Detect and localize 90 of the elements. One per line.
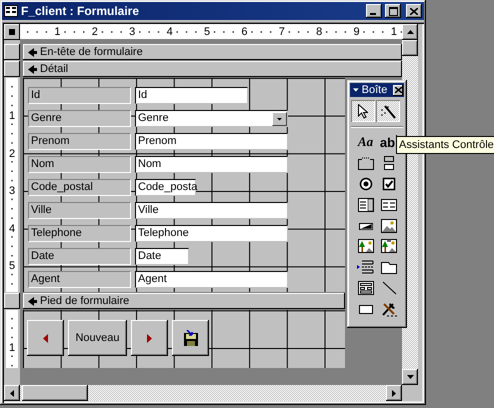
text-field[interactable]: Id [135, 87, 248, 104]
ruler-number: 4 [166, 26, 173, 38]
tooltip: Assistants Contrôle [396, 136, 494, 154]
previous-button[interactable] [27, 320, 64, 356]
close-button[interactable] [406, 4, 422, 18]
toolbox-title: Boîte [362, 84, 388, 96]
dropdown-button-icon [272, 112, 287, 126]
ruler-number: 9 [354, 26, 360, 38]
form-icon [4, 5, 18, 17]
ruler-number: 7 [278, 26, 285, 38]
image-icon [380, 218, 398, 234]
select-tool-button[interactable] [351, 100, 375, 122]
section-title: Pied de formulaire [40, 295, 130, 307]
field-label: Id [28, 87, 131, 104]
ruler-number: 2 [92, 26, 98, 38]
wizard-tool-button[interactable] [376, 100, 400, 122]
text-field[interactable]: Telephone [135, 225, 288, 242]
scroll-up-button[interactable] [402, 24, 418, 40]
section-selector[interactable] [4, 293, 20, 309]
section-selector[interactable] [4, 44, 20, 60]
save-button[interactable] [172, 320, 209, 356]
maximize-button[interactable] [385, 4, 401, 18]
ruler-number: 1 [8, 110, 16, 122]
scroll-right-button[interactable] [386, 385, 402, 401]
magic-wand-icon [380, 104, 396, 118]
minimize-button[interactable] [366, 4, 382, 18]
window-title: F_client : Formulaire [21, 4, 140, 18]
menu-caret-icon[interactable] [353, 88, 359, 92]
field-label: Code_postal [28, 179, 131, 196]
close-icon [394, 87, 402, 93]
pointer-icon [358, 104, 368, 118]
ruler-number: 3 [129, 26, 136, 38]
left-arrow-icon [10, 390, 14, 396]
text-field[interactable]: Nom [135, 156, 288, 173]
tree-image-icon [356, 238, 374, 254]
text-field[interactable]: Code_posta [135, 179, 196, 196]
ruler-number: 6 [241, 26, 248, 38]
close-icon [410, 8, 418, 14]
ruler-number: 8 [316, 26, 322, 38]
section-bar[interactable]: Pied de formulaire [23, 293, 345, 309]
scroll-down-button[interactable] [402, 369, 418, 385]
close-button[interactable] [393, 84, 403, 96]
text-field[interactable]: Ville [135, 202, 288, 219]
field-label: Genre [28, 110, 131, 127]
ruler-number: 2 [8, 148, 16, 160]
hammer-icon [380, 300, 398, 317]
text-field[interactable]: Prenom [135, 133, 288, 150]
tab-icon [380, 259, 398, 276]
section-selector[interactable] [4, 61, 20, 77]
scroll-thumb[interactable] [402, 40, 418, 56]
scroll-left-button[interactable] [4, 385, 20, 401]
ruler-number: 1 [8, 342, 16, 354]
left-triangle-icon [43, 334, 48, 342]
text-field[interactable]: Date [135, 248, 189, 265]
field-label: Telephone [28, 225, 131, 242]
list-box-icon [380, 196, 398, 213]
section-bar[interactable]: En-tête de formulaire [23, 44, 402, 60]
section-arrow-icon [28, 296, 37, 306]
ruler-number: 1 [390, 26, 397, 38]
tree-image-icon [380, 238, 398, 254]
right-triangle-icon [147, 334, 152, 342]
up-arrow-icon [406, 30, 414, 34]
text-field[interactable]: Agent [135, 271, 288, 288]
section-bar[interactable]: Détail [23, 61, 402, 77]
group-box-icon [356, 155, 374, 172]
ruler-number: 5 [8, 260, 16, 272]
field-label: Date [28, 248, 131, 265]
tool-button[interactable]: Aa [354, 132, 376, 153]
field-label: Ville [28, 202, 131, 219]
ruler-number: 3 [8, 185, 16, 198]
maximize-icon [388, 6, 398, 16]
right-arrow-icon [392, 390, 396, 396]
section-title: Détail [40, 63, 68, 75]
scroll-thumb[interactable] [22, 385, 88, 401]
select-form-button[interactable] [4, 24, 20, 40]
section-title: En-tête de formulaire [40, 46, 143, 58]
ruler-number: 4 [8, 222, 16, 235]
field-label: Prenom [28, 133, 131, 150]
combo-box[interactable]: Genre [135, 110, 288, 127]
field-label: Agent [28, 271, 131, 288]
down-arrow-icon [406, 375, 414, 379]
page-break-icon [356, 259, 374, 276]
next-button[interactable] [131, 320, 168, 356]
ruler-number: 1 [54, 26, 60, 38]
subform-icon [356, 280, 374, 296]
ruler-number: 5 [204, 26, 210, 38]
field-label: Nom [28, 156, 131, 173]
combo-box-icon [356, 196, 374, 213]
horizontal-scrollbar[interactable] [4, 385, 402, 401]
new-button[interactable]: Nouveau [68, 320, 127, 356]
